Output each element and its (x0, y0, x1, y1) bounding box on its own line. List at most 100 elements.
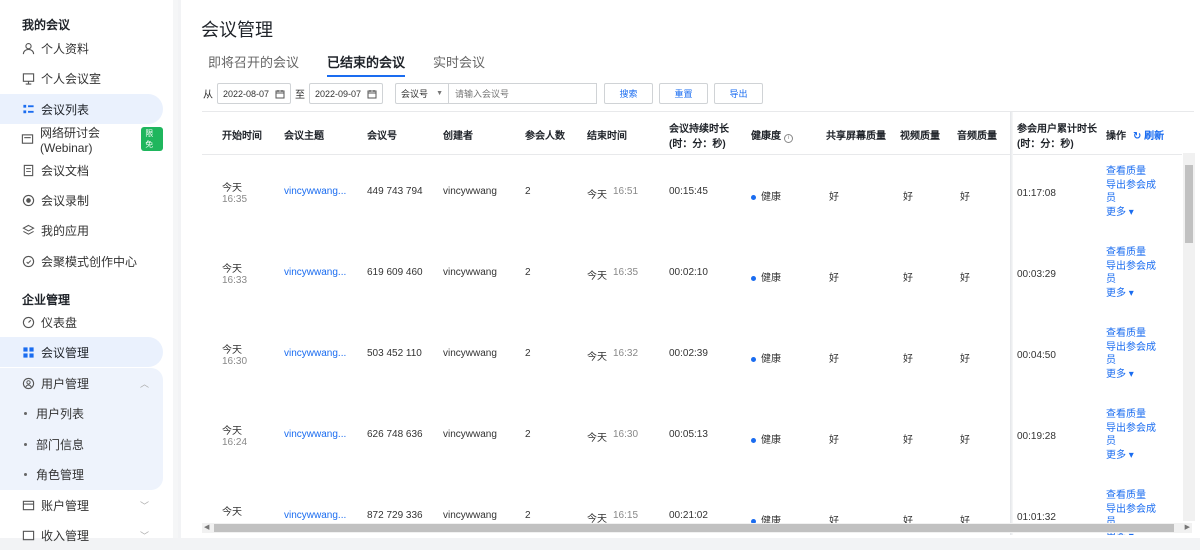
topic-link[interactable]: vincywwang... (284, 429, 346, 440)
bullet-icon (24, 442, 27, 446)
participants: 2 (525, 267, 531, 278)
sidebar-item-meeting-list[interactable]: 会议列表 (0, 94, 163, 124)
col-creator: 创建者 (443, 131, 473, 142)
horizontal-scroll-thumb[interactable] (214, 524, 1174, 532)
search-button[interactable]: 搜索 (604, 83, 653, 104)
chevron-down-icon: ﹀ (139, 530, 149, 541)
health-status: 健康 (751, 188, 781, 203)
cumulative-duration: 00:04:50 (1017, 350, 1056, 361)
horizontal-scrollbar[interactable]: ◀ ▶ (202, 523, 1192, 533)
end-day: 今天 (587, 190, 607, 201)
col-cumulative: 参会用户累计时长 (时：分：秒) (1017, 122, 1097, 152)
start-time: 16:30 (222, 356, 248, 367)
search-input[interactable] (449, 83, 597, 104)
sidebar-item-documents[interactable]: 会议文档 (0, 155, 163, 185)
refresh-button[interactable]: ↻ 刷新 (1133, 129, 1164, 144)
creator: vincywwang (443, 510, 497, 521)
end-date-field[interactable]: 2022-09-07 (309, 83, 383, 104)
search-type-select[interactable]: 会议号 ▼ (395, 83, 449, 104)
export-participants-link[interactable]: 导出参会成 (1106, 260, 1156, 274)
sidebar: 我的会议 个人资料 个人会议室 会议列表 网络研讨会(Webinar) 限免 会… (0, 0, 178, 543)
export-participants-link[interactable]: 导出参会成 (1106, 341, 1156, 355)
participants: 2 (525, 429, 531, 440)
tab-bar: 即将召开的会议 已结束的会议 实时会议 (208, 52, 513, 77)
sidebar-item-recording[interactable]: 会议录制 (0, 185, 163, 215)
sidebar-item-label: 仪表盘 (41, 315, 78, 330)
creator: vincywwang (443, 267, 497, 278)
tab-ended[interactable]: 已结束的会议 (327, 52, 406, 77)
creator: vincywwang (443, 186, 497, 197)
meeting-number: 449 743 794 (367, 186, 423, 197)
sidebar-item-dashboard[interactable]: 仪表盘 (0, 307, 163, 337)
start-date-field[interactable]: 2022-08-07 (217, 83, 291, 104)
sidebar-item-income[interactable]: 收入管理 ﹀ (0, 520, 163, 550)
sidebar-subitem-user-list[interactable]: 用户列表 (0, 398, 163, 428)
reset-button[interactable]: 重置 (659, 83, 708, 104)
sidebar-item-meeting-room[interactable]: 个人会议室 (0, 63, 163, 93)
more-dropdown[interactable]: 更多 ▾ (1106, 287, 1156, 301)
scroll-left-icon[interactable]: ◀ (204, 523, 209, 531)
sidebar-item-profile[interactable]: 个人资料 (0, 33, 163, 63)
meeting-number: 872 729 336 (367, 510, 423, 521)
vertical-scroll-thumb[interactable] (1185, 165, 1193, 243)
sidebar-item-account[interactable]: 账户管理 ﹀ (0, 490, 163, 520)
audio-quality: 好 (960, 192, 970, 203)
view-quality-link[interactable]: 查看质量 (1106, 489, 1156, 503)
creator-icon (21, 254, 35, 268)
more-dropdown[interactable]: 更多 ▾ (1106, 368, 1156, 382)
status-dot-icon (751, 275, 756, 281)
webinar-icon (21, 132, 34, 146)
sidebar-item-apps[interactable]: 我的应用 (0, 215, 163, 245)
sidebar-scrollbar[interactable] (173, 0, 178, 538)
export-participants-link[interactable]: 导出参会成 (1106, 422, 1156, 436)
sidebar-item-creator[interactable]: 会聚模式创作中心 (0, 246, 163, 276)
export-participants-link-wrap[interactable]: 员 (1106, 192, 1156, 206)
sidebar-item-label: 收入管理 (41, 528, 90, 543)
health-status: 健康 (751, 350, 781, 365)
health-label: 健康 (761, 354, 781, 365)
export-participants-link-wrap[interactable]: 员 (1106, 273, 1156, 287)
share-quality: 好 (829, 273, 839, 284)
sidebar-subitem-roles[interactable]: 角色管理 (0, 459, 163, 489)
view-quality-link[interactable]: 查看质量 (1106, 408, 1156, 422)
record-icon (21, 193, 35, 207)
sidebar-subitem-department[interactable]: 部门信息 (0, 429, 163, 459)
scroll-right-icon[interactable]: ▶ (1185, 523, 1190, 531)
account-icon (21, 498, 35, 512)
topic-link[interactable]: vincywwang... (284, 348, 346, 359)
col-health-label: 健康度 (751, 131, 781, 142)
info-icon[interactable]: i (783, 134, 793, 143)
sidebar-item-webinar[interactable]: 网络研讨会(Webinar) 限免 (0, 124, 163, 155)
export-participants-link[interactable]: 导出参会成 (1106, 179, 1156, 193)
tab-upcoming[interactable]: 即将召开的会议 (208, 52, 299, 77)
row-actions: 查看质量导出参会成员更多 ▾ (1106, 327, 1156, 381)
start-day: 今天 (222, 264, 242, 275)
col-share-quality: 共享屏幕质量 (826, 131, 886, 142)
end-date-value: 2022-09-07 (315, 88, 362, 99)
more-dropdown[interactable]: 更多 ▾ (1106, 449, 1156, 463)
user-icon (21, 41, 35, 55)
dashboard-icon (21, 315, 35, 329)
duration: 00:05:13 (669, 429, 708, 440)
topic-link[interactable]: vincywwang... (284, 267, 346, 278)
user-manage-icon (21, 376, 35, 390)
sidebar-item-user-manage[interactable]: 用户管理 ︿ (0, 368, 163, 398)
sidebar-item-label: 会聚模式创作中心 (41, 254, 138, 269)
view-quality-link[interactable]: 查看质量 (1106, 327, 1156, 341)
view-quality-link[interactable]: 查看质量 (1106, 165, 1156, 179)
col-start-time: 开始时间 (222, 131, 262, 142)
more-dropdown[interactable]: 更多 ▾ (1106, 206, 1156, 220)
export-button[interactable]: 导出 (714, 83, 763, 104)
video-quality: 好 (903, 192, 913, 203)
start-day: 今天 (222, 345, 242, 356)
sidebar-item-meeting-manage[interactable]: 会议管理 (0, 337, 163, 367)
topic-link[interactable]: vincywwang... (284, 510, 346, 521)
topic-link[interactable]: vincywwang... (284, 186, 346, 197)
export-participants-link[interactable]: 导出参会成 (1106, 503, 1156, 517)
export-participants-link-wrap[interactable]: 员 (1106, 435, 1156, 449)
export-participants-link-wrap[interactable]: 员 (1106, 354, 1156, 368)
view-quality-link[interactable]: 查看质量 (1106, 246, 1156, 260)
vertical-scrollbar[interactable] (1183, 153, 1195, 521)
col-cumulative-line2: (时：分：秒) (1017, 139, 1074, 150)
tab-live[interactable]: 实时会议 (433, 52, 485, 77)
